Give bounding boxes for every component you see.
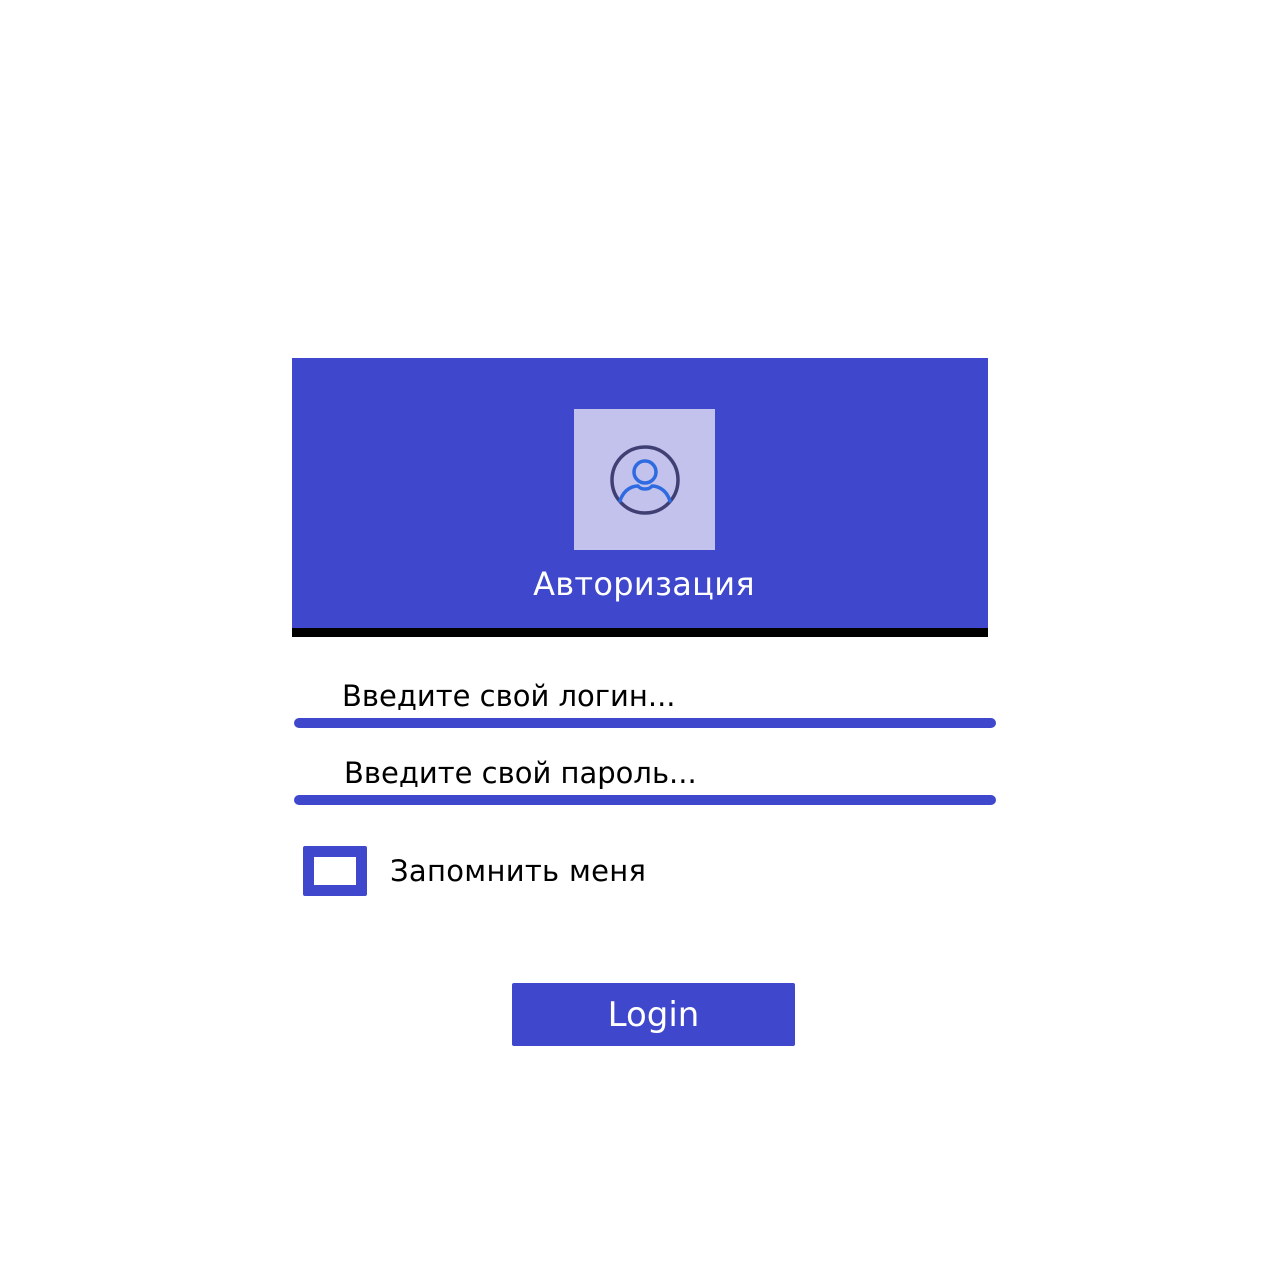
avatar: [574, 409, 715, 550]
remember-me-label: Запомнить меня: [390, 854, 647, 888]
auth-header: Авторизация: [292, 358, 988, 628]
login-button[interactable]: Login: [512, 983, 795, 1046]
header-divider: [292, 628, 988, 637]
page-title: Авторизация: [533, 565, 755, 603]
password-input[interactable]: [294, 753, 996, 793]
user-circle-icon: [609, 444, 680, 515]
login-field: [294, 676, 996, 728]
remember-me-option[interactable]: Запомнить меня: [303, 846, 646, 896]
password-field: [294, 753, 996, 805]
login-underline: [294, 718, 996, 728]
login-input[interactable]: [294, 676, 996, 716]
password-underline: [294, 795, 996, 805]
remember-me-checkbox[interactable]: [303, 846, 367, 896]
login-page: Авторизация Запомнить меня Login: [0, 0, 1280, 1280]
